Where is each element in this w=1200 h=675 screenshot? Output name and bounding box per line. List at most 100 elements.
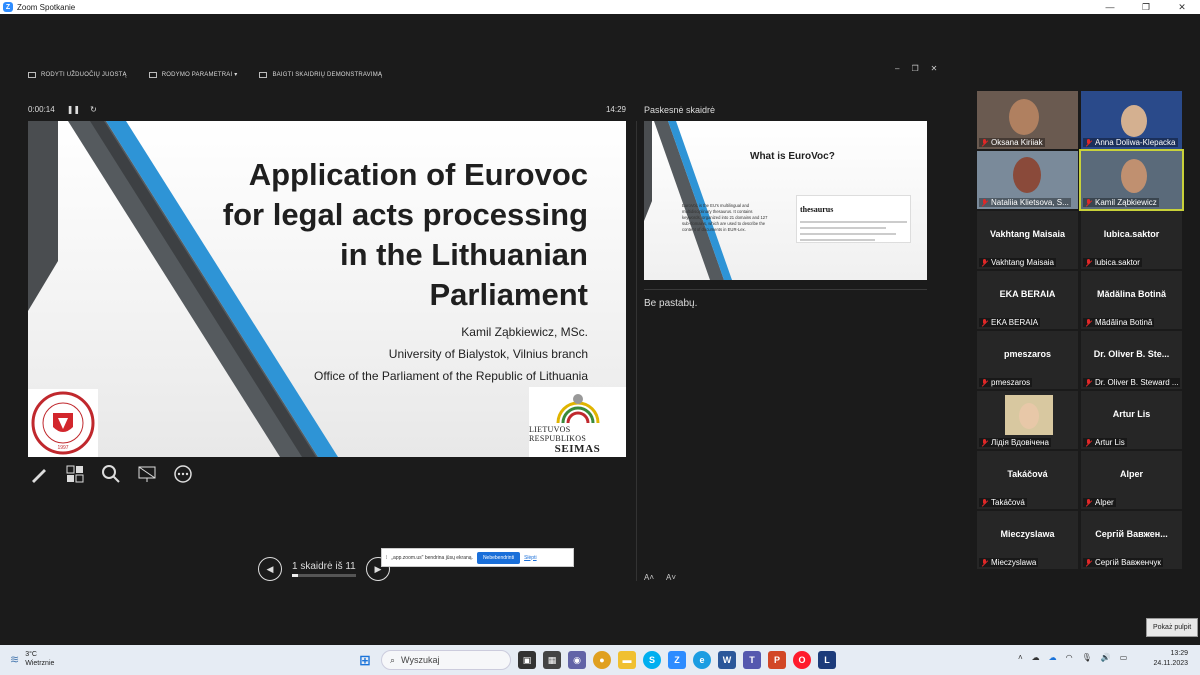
elapsed-timer: 0:00:14 xyxy=(28,105,55,114)
hide-share-bar-link[interactable]: Slėpti xyxy=(524,555,537,561)
thesaurus-word: thesaurus xyxy=(800,205,834,214)
system-clock[interactable]: 13:29 24.11.2023 xyxy=(1150,649,1188,669)
participant-tile[interactable]: Takáčová Takáčová xyxy=(977,451,1078,509)
participant-tile[interactable]: pmeszaros pmeszaros xyxy=(977,331,1078,389)
muted-mic-icon xyxy=(1085,138,1093,147)
slide-tools xyxy=(28,463,194,485)
wifi-icon[interactable]: ◠ xyxy=(1066,653,1073,662)
stop-sharing-button[interactable]: Nebebendrinti xyxy=(476,551,521,564)
see-all-slides-icon[interactable] xyxy=(64,463,86,485)
muted-mic-icon xyxy=(981,438,989,447)
participant-tile[interactable]: Лідія Вдовічена xyxy=(977,391,1078,449)
search-icon: ⌕ xyxy=(390,654,396,665)
presenter-minimize-icon[interactable]: – xyxy=(895,64,899,73)
decrease-font-icon[interactable]: A˅ xyxy=(666,573,676,582)
show-taskbar-button[interactable]: RODYTI UŽDUOČIŲ JUOSTĄ xyxy=(28,71,127,78)
monitor-icon xyxy=(148,71,157,78)
previous-slide-icon[interactable]: ◀ xyxy=(258,557,282,581)
participant-tile[interactable]: Сергій Вавжен... Сергій Вавженчук xyxy=(1081,511,1182,569)
black-screen-icon[interactable] xyxy=(136,463,158,485)
microphone-icon[interactable]: 🎙 xyxy=(1082,653,1092,662)
muted-mic-icon xyxy=(1085,378,1093,387)
edge-icon[interactable]: e xyxy=(693,651,711,669)
slide-title: Application of Eurovoc for legal acts pr… xyxy=(222,157,588,312)
file-explorer-icon[interactable]: ▬ xyxy=(618,651,636,669)
pen-tool-icon[interactable] xyxy=(28,463,50,485)
participant-label: Vakhtang Maisaia xyxy=(979,258,1056,267)
window-controls: — ❐ ✕ xyxy=(1092,0,1200,14)
app-l-icon[interactable]: L xyxy=(818,651,836,669)
pause-icon[interactable]: ❚❚ xyxy=(67,105,80,114)
participant-label: Artur Lis xyxy=(1083,438,1127,447)
increase-font-icon[interactable]: A˄ xyxy=(644,573,654,582)
share-grip-icon[interactable]: ⁞ xyxy=(386,555,387,561)
participant-tile[interactable]: Mieczyslawa Mieczyslawa xyxy=(977,511,1078,569)
participant-tile[interactable]: Vakhtang Maisaia Vakhtang Maisaia xyxy=(977,211,1078,269)
cloud-icon[interactable]: ☁ xyxy=(1032,653,1040,662)
end-slideshow-button[interactable]: BAIGTI SKAIDRIŲ DEMONSTRAVIMĄ xyxy=(259,71,382,78)
speaker-notes[interactable]: Be pastabų. xyxy=(644,298,697,309)
participant-tile[interactable]: Artur Lis Artur Lis xyxy=(1081,391,1182,449)
presenter-restore-icon[interactable]: ❐ xyxy=(911,64,918,73)
volume-icon[interactable]: 🔊 xyxy=(1101,653,1111,662)
current-slide[interactable]: Application of Eurovoc for legal acts pr… xyxy=(28,121,626,457)
participant-tile[interactable]: Alper Alper xyxy=(1081,451,1182,509)
system-tray: ˄ ☁ ☁ ◠ 🎙 🔊 ▭ xyxy=(1018,653,1127,662)
widgets-icon[interactable]: ▦ xyxy=(543,651,561,669)
next-slide-preview[interactable]: What is EuroVoc? EuroVoc is the EU's mul… xyxy=(644,121,927,280)
presenter-splitter[interactable] xyxy=(636,121,637,581)
word-icon[interactable]: W xyxy=(718,651,736,669)
zoom-magnifier-icon[interactable] xyxy=(100,463,122,485)
show-desktop-tooltip: Pokaż pulpit xyxy=(1146,618,1199,637)
participant-tile[interactable]: EKA BERAIA EKA BERAIA xyxy=(977,271,1078,329)
participant-video xyxy=(1121,105,1147,137)
participant-video xyxy=(1121,159,1147,193)
close-icon[interactable]: ✕ xyxy=(1164,0,1200,14)
muted-mic-icon xyxy=(981,138,989,147)
weather-condition: Wietrznie xyxy=(25,660,55,667)
more-options-icon[interactable] xyxy=(172,463,194,485)
muted-mic-icon xyxy=(1085,438,1093,447)
seal-year: 1997 xyxy=(57,445,68,451)
taskbar-search[interactable]: ⌕ Wyszukaj xyxy=(381,650,511,670)
participant-tile[interactable]: Dr. Oliver B. Ste... Dr. Oliver B. Stewa… xyxy=(1081,331,1182,389)
zoom-app-icon[interactable]: Z xyxy=(668,651,686,669)
muted-mic-icon xyxy=(1085,558,1093,567)
participant-tile[interactable]: Nataliia Klietsova, S... xyxy=(977,151,1078,209)
windows-start-icon[interactable]: ⊞ xyxy=(356,651,374,669)
minimize-icon[interactable]: — xyxy=(1092,0,1128,14)
system-date: 24.11.2023 xyxy=(1153,660,1188,667)
slide-author-block: Kamil Ząbkiewicz, MSc. University of Bia… xyxy=(314,325,588,383)
display-settings-button[interactable]: RODYMO PARAMETRAI ▾ xyxy=(148,71,238,78)
taskbar-apps: ⊞ ⌕ Wyszukaj ▣ ▦ ◉ ● ▬ S Z e W T P O L xyxy=(356,650,836,670)
presenter-close-icon[interactable]: ✕ xyxy=(931,64,938,73)
restart-icon[interactable]: ↻ xyxy=(90,105,97,114)
participant-tile-active-speaker[interactable]: Kamil Ząbkiewicz xyxy=(1079,149,1184,211)
onedrive-icon[interactable]: ☁ xyxy=(1049,653,1057,662)
participant-label: Alper xyxy=(1083,498,1116,507)
definition-line xyxy=(800,233,897,235)
participant-tile[interactable]: Anna Doliwa-Klepacka xyxy=(1081,91,1182,149)
next-slide-label: Paskesnė skaidrė xyxy=(644,105,716,115)
teams-icon[interactable]: T xyxy=(743,651,761,669)
battery-icon[interactable]: ▭ xyxy=(1120,653,1128,662)
powerpoint-icon[interactable]: P xyxy=(768,651,786,669)
maximize-icon[interactable]: ❐ xyxy=(1128,0,1164,14)
task-view-icon[interactable]: ▣ xyxy=(518,651,536,669)
zoom-logo-icon: Z xyxy=(3,2,13,12)
skype-icon[interactable]: S xyxy=(643,651,661,669)
teams-chat-icon[interactable]: ◉ xyxy=(568,651,586,669)
participant-tile[interactable]: lubica.saktor lubica.saktor xyxy=(1081,211,1182,269)
window-title: Zoom Spotkanie xyxy=(17,2,76,12)
participant-label: Oksana Kiriiak xyxy=(979,138,1045,147)
timer-row: 0:00:14 ❚❚ ↻ 14:29 xyxy=(28,105,626,114)
show-hidden-icons-icon[interactable]: ˄ xyxy=(1018,653,1023,662)
chrome-icon[interactable]: ● xyxy=(593,651,611,669)
participant-tile[interactable]: Oksana Kiriiak xyxy=(977,91,1078,149)
participant-video xyxy=(1009,99,1039,135)
weather-widget[interactable]: ≋ 3°C Wietrznie xyxy=(10,650,54,668)
participant-tile[interactable]: Mădălina Botină Mădălina Botină xyxy=(1081,271,1182,329)
participant-label: pmeszaros xyxy=(979,378,1033,387)
opera-icon[interactable]: O xyxy=(793,651,811,669)
muted-mic-icon xyxy=(1085,258,1093,267)
